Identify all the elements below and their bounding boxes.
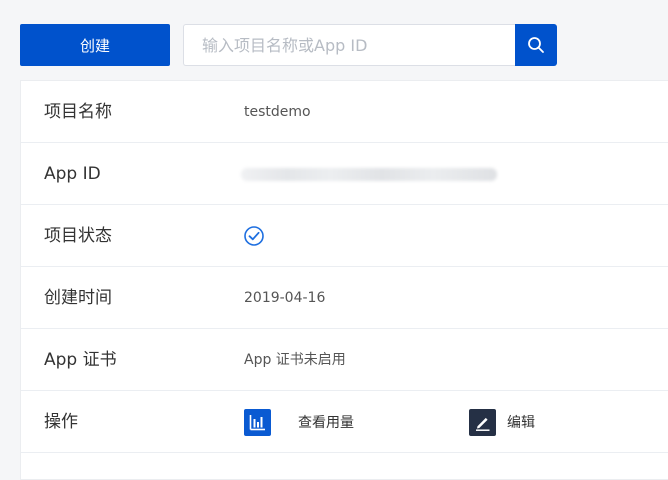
row-project-status: 项目状态 xyxy=(21,205,668,267)
project-name-label: 项目名称 xyxy=(44,102,112,122)
app-id-value-masked xyxy=(241,168,497,181)
project-details-panel: 项目名称 testdemo App ID 项目状态 创建时间 2019-04-1… xyxy=(20,80,668,480)
created-time-value: 2019-04-16 xyxy=(244,290,326,306)
edit-label: 编辑 xyxy=(507,415,535,431)
bar-chart-icon xyxy=(244,408,271,436)
pencil-icon xyxy=(469,408,496,436)
created-time-label: 创建时间 xyxy=(44,288,112,308)
view-usage-label: 查看用量 xyxy=(298,415,354,431)
row-project-name: 项目名称 testdemo xyxy=(21,81,668,143)
row-operations: 操作 查看用量 编辑 xyxy=(21,391,668,453)
view-usage-button[interactable]: 查看用量 xyxy=(244,391,354,453)
search-button[interactable] xyxy=(515,24,557,66)
row-certificate: App 证书 App 证书未启用 xyxy=(21,329,668,391)
create-button[interactable]: 创建 xyxy=(20,24,170,66)
edit-button[interactable]: 编辑 xyxy=(469,391,535,453)
search-bar xyxy=(183,24,557,66)
check-circle-icon xyxy=(244,226,264,246)
app-id-label: App ID xyxy=(44,164,101,184)
certificate-value: App 证书未启用 xyxy=(244,352,346,368)
project-status-label: 项目状态 xyxy=(44,226,112,246)
operations-label: 操作 xyxy=(44,412,78,432)
search-input[interactable] xyxy=(183,24,515,66)
certificate-label: App 证书 xyxy=(44,350,117,370)
project-name-value: testdemo xyxy=(244,104,311,120)
row-created-time: 创建时间 2019-04-16 xyxy=(21,267,668,329)
row-app-id: App ID xyxy=(21,143,668,205)
search-icon xyxy=(528,37,544,53)
